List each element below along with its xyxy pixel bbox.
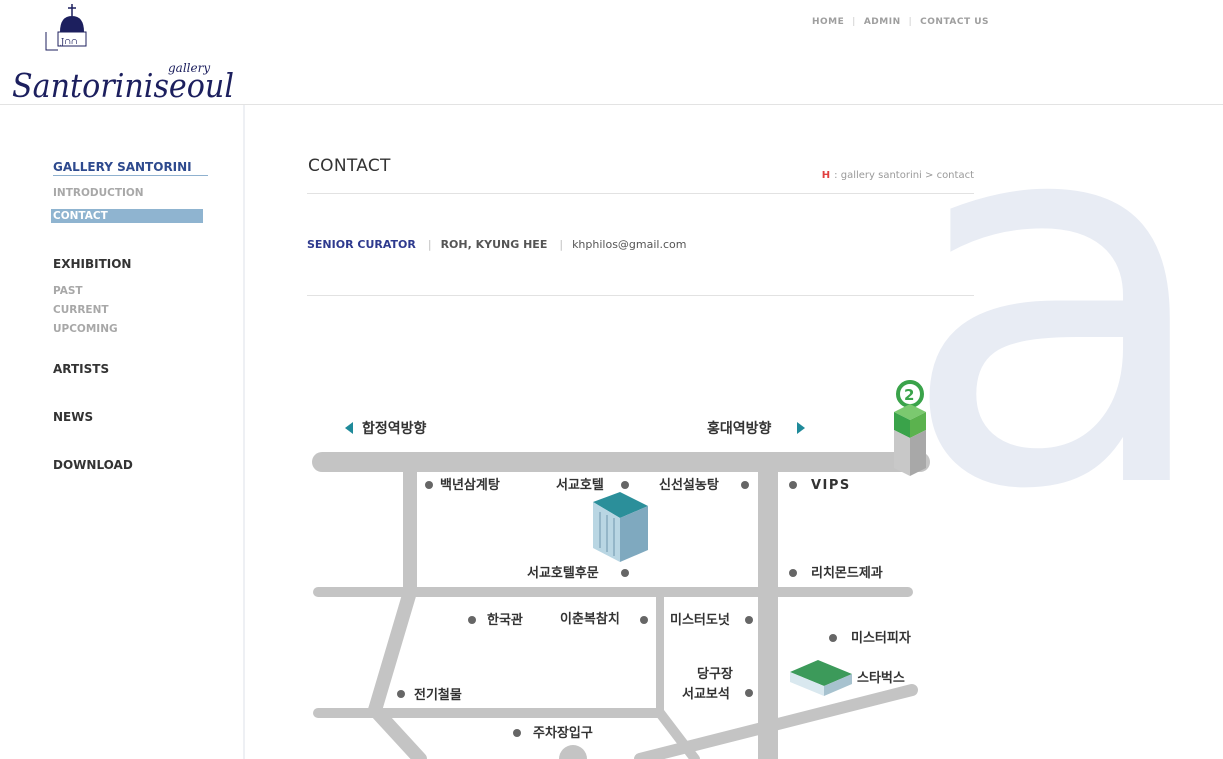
sidebar-download[interactable]: DOWNLOAD <box>53 458 133 472</box>
nav-contact-us-link[interactable]: CONTACT US <box>920 17 989 27</box>
header: J∩∩ gallery Santoriniseoul HOME | ADMIN | CO… <box>0 0 1223 105</box>
separator: | <box>427 238 432 251</box>
place-label: 백년삼계탕 <box>440 477 500 493</box>
contact-role: SENIOR CURATOR <box>307 238 416 251</box>
breadcrumb: H : gallery santorini > contact <box>822 170 974 181</box>
place-label: 당구장 <box>697 666 733 682</box>
sidebar-news[interactable]: NEWS <box>53 410 93 424</box>
left-arrow-icon <box>345 422 353 434</box>
location-map: 합정역방향 홍대역방향 2 백년삼계탕 서교호텔 신선설농탕 VIPS 서교호텔… <box>312 380 930 759</box>
place-label: 주차장입구 <box>533 725 593 741</box>
divider <box>307 193 974 194</box>
sidebar-gallery-santorini[interactable]: GALLERY SANTORINI <box>53 160 208 176</box>
sidebar-item-introduction[interactable]: INTRODUCTION <box>53 187 144 199</box>
subway-station-icon: 2 <box>894 380 926 476</box>
svg-text:Santoriniseoul: Santoriniseoul <box>12 66 234 102</box>
sidebar: GALLERY SANTORINI INTRODUCTION CONTACT E… <box>0 105 245 759</box>
place-label: 서교호텔후문 <box>527 565 599 581</box>
place-label: 리치몬드제과 <box>811 565 883 581</box>
nav-separator: | <box>908 17 913 27</box>
map-roundabout <box>559 745 587 759</box>
breadcrumb-home-icon[interactable]: H <box>822 170 830 181</box>
place-label: 이춘복참치 <box>560 611 620 627</box>
place-label: 스타벅스 <box>857 670 905 686</box>
nav-separator: | <box>852 17 856 27</box>
place-label: 서교보석 <box>682 687 730 702</box>
right-arrow-icon <box>797 422 805 434</box>
svg-text:J∩∩: J∩∩ <box>60 37 78 46</box>
place-label: 신선설농탕 <box>659 477 719 493</box>
nav-admin-link[interactable]: ADMIN <box>864 17 901 27</box>
place-label: 미스터피자 <box>851 630 911 646</box>
contact-name: ROH, KYUNG HEE <box>440 238 548 251</box>
sidebar-item-current[interactable]: CURRENT <box>53 304 109 316</box>
sidebar-item-upcoming[interactable]: UPCOMING <box>53 323 118 335</box>
place-label: 한국관 <box>487 612 523 628</box>
gallery-logo[interactable]: J∩∩ gallery Santoriniseoul <box>10 2 240 102</box>
top-nav: HOME | ADMIN | CONTACT US <box>812 17 989 27</box>
page-title: CONTACT <box>308 156 391 176</box>
sidebar-item-contact[interactable]: CONTACT <box>51 209 203 223</box>
place-label: VIPS <box>811 478 851 493</box>
sidebar-item-past[interactable]: PAST <box>53 285 83 297</box>
direction-left-label: 합정역방향 <box>362 420 427 437</box>
contact-email-link[interactable]: khphilos@gmail.com <box>572 238 686 251</box>
hotel-building-icon <box>593 492 648 562</box>
breadcrumb-path: : gallery santorini > contact <box>834 170 974 181</box>
direction-right-label: 홍대역방향 <box>707 420 772 437</box>
place-label: 서교호텔 <box>556 478 604 493</box>
place-label: 미스터도넛 <box>670 612 730 628</box>
place-label: 전기철물 <box>414 687 462 703</box>
divider <box>307 295 974 296</box>
starbucks-building-icon <box>790 660 852 696</box>
nav-home-link[interactable]: HOME <box>812 17 844 27</box>
svg-text:2: 2 <box>904 386 914 404</box>
sidebar-artists[interactable]: ARTISTS <box>53 362 109 376</box>
contact-info: SENIOR CURATOR | ROH, KYUNG HEE | khphilos@g… <box>307 238 686 251</box>
sidebar-exhibition[interactable]: EXHIBITION <box>53 257 131 271</box>
separator: | <box>559 238 564 251</box>
